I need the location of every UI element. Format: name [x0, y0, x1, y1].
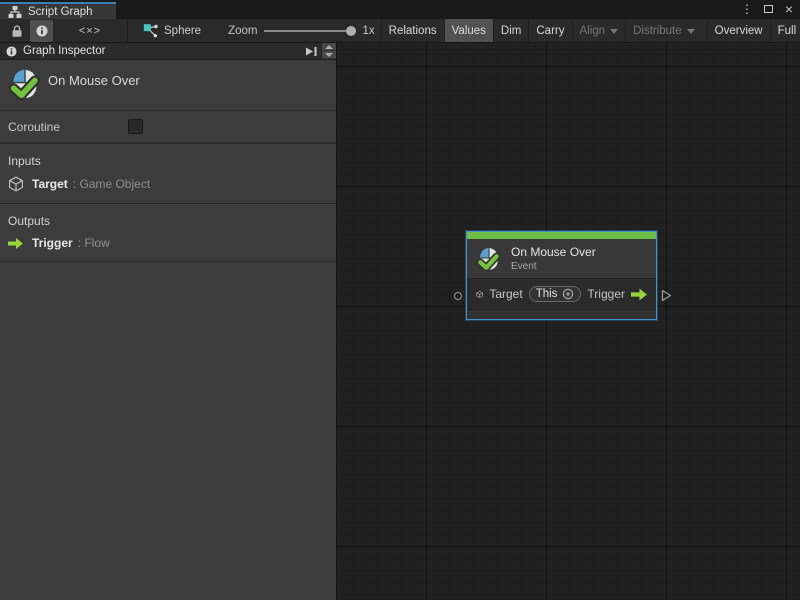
graph-reference[interactable]: Sphere — [143, 23, 201, 38]
object-picker-icon[interactable] — [562, 288, 574, 300]
triangle-down-icon — [325, 53, 333, 57]
tab-label: Script Graph — [28, 6, 93, 18]
selected-unit-section: On Mouse Over — [0, 60, 336, 111]
input-row-target: Target : Game Object — [0, 176, 336, 192]
more-menu-icon[interactable]: ⋮ — [740, 2, 754, 16]
target-port-label: Target — [489, 287, 522, 301]
node-title: On Mouse Over — [511, 245, 596, 259]
dock-right-icon — [305, 46, 318, 57]
tab-script-graph[interactable]: Script Graph — [0, 2, 116, 19]
chevron-down-icon — [687, 29, 695, 34]
on-mouse-over-node[interactable]: On Mouse Over Event Target This — [466, 231, 657, 320]
maximize-icon[interactable] — [761, 2, 775, 16]
zoom-slider[interactable] — [264, 26, 356, 36]
toolbar-right-group: Relations Values Dim Carry Align Distrib… — [381, 19, 800, 42]
info-icon — [36, 25, 48, 37]
graph-hierarchy-icon — [8, 5, 22, 19]
cube-icon — [8, 176, 24, 192]
chevron-down-icon — [610, 29, 618, 34]
graph-inspector-panel: Graph Inspector On Mouse Over — [0, 43, 337, 600]
dock-panel-button[interactable] — [301, 43, 321, 59]
lock-icon — [11, 24, 23, 38]
output-type: : Flow — [78, 236, 110, 250]
toolbar-separator — [127, 19, 128, 42]
node-accent-bar — [467, 232, 656, 239]
main-area: Graph Inspector On Mouse Over — [0, 43, 800, 600]
dim-button[interactable]: Dim — [493, 19, 528, 42]
script-graph-asset-icon — [143, 23, 158, 38]
flow-arrow-icon — [8, 237, 24, 250]
input-type: : Game Object — [73, 177, 150, 191]
zoom-slider-thumb[interactable] — [346, 26, 356, 36]
node-subtitle: Event — [511, 261, 596, 272]
triangle-up-icon — [325, 45, 333, 49]
output-row-trigger: Trigger : Flow — [0, 236, 336, 250]
values-button[interactable]: Values — [444, 19, 493, 42]
input-name: Target — [32, 177, 68, 191]
trigger-port-label: Trigger — [587, 287, 625, 301]
preview-code-button[interactable]: <×> — [53, 20, 127, 42]
graph-inspector-header: Graph Inspector — [0, 43, 336, 60]
node-ports-row: Target This Trigger — [467, 278, 656, 309]
graph-canvas[interactable]: On Mouse Over Event Target This — [337, 43, 800, 600]
align-dropdown: Align — [572, 19, 626, 42]
close-icon[interactable]: × — [782, 2, 796, 16]
unit-title: On Mouse Over — [48, 73, 140, 88]
zoom-value: 1x — [363, 25, 375, 37]
graph-inspector-title: Graph Inspector — [23, 45, 105, 57]
info-icon — [6, 46, 17, 57]
input-port-circle[interactable] — [454, 292, 462, 300]
outputs-section: Outputs Trigger : Flow — [0, 204, 336, 262]
output-name: Trigger — [32, 236, 73, 250]
relations-button[interactable]: Relations — [381, 19, 444, 42]
on-mouse-over-icon — [476, 246, 502, 272]
node-footer — [467, 309, 656, 319]
window-controls: ⋮ × — [740, 0, 796, 18]
flow-arrow-icon — [631, 288, 648, 301]
inputs-heading: Inputs — [0, 151, 336, 176]
graph-name: Sphere — [164, 25, 201, 37]
scroll-down-button[interactable] — [322, 51, 336, 59]
graph-toolbar: <×> Sphere Zoom 1x Relations Val — [0, 19, 800, 43]
coroutine-label: Coroutine — [8, 120, 128, 134]
output-port-triangle[interactable] — [661, 289, 672, 302]
inspector-empty-area — [0, 262, 336, 600]
cube-icon — [476, 287, 483, 302]
script-graph-window: Script Graph ⋮ × <×> — [0, 0, 800, 600]
node-header[interactable]: On Mouse Over Event — [467, 239, 656, 278]
on-mouse-over-icon — [8, 67, 42, 101]
outputs-heading: Outputs — [0, 211, 336, 236]
carry-button[interactable]: Carry — [528, 19, 571, 42]
zoom-slider-track — [264, 30, 356, 32]
toolbar-left-group: <×> Sphere Zoom 1x — [0, 19, 381, 42]
coroutine-checkbox[interactable] — [128, 119, 143, 134]
fullscreen-button[interactable]: Full Screen — [770, 19, 800, 42]
this-value-button[interactable]: This — [529, 286, 582, 302]
zoom-label: Zoom — [228, 25, 257, 37]
distribute-dropdown: Distribute — [625, 19, 702, 42]
inputs-section: Inputs Target : Game Object — [0, 144, 336, 204]
tab-bar: Script Graph ⋮ × — [0, 0, 800, 19]
inspector-toggle-button[interactable] — [30, 20, 53, 42]
lock-button[interactable] — [4, 20, 30, 42]
coroutine-row: Coroutine — [0, 111, 336, 144]
panel-scroll-arrows — [321, 43, 336, 59]
scroll-up-button[interactable] — [322, 43, 336, 51]
overview-button[interactable]: Overview — [707, 19, 770, 42]
